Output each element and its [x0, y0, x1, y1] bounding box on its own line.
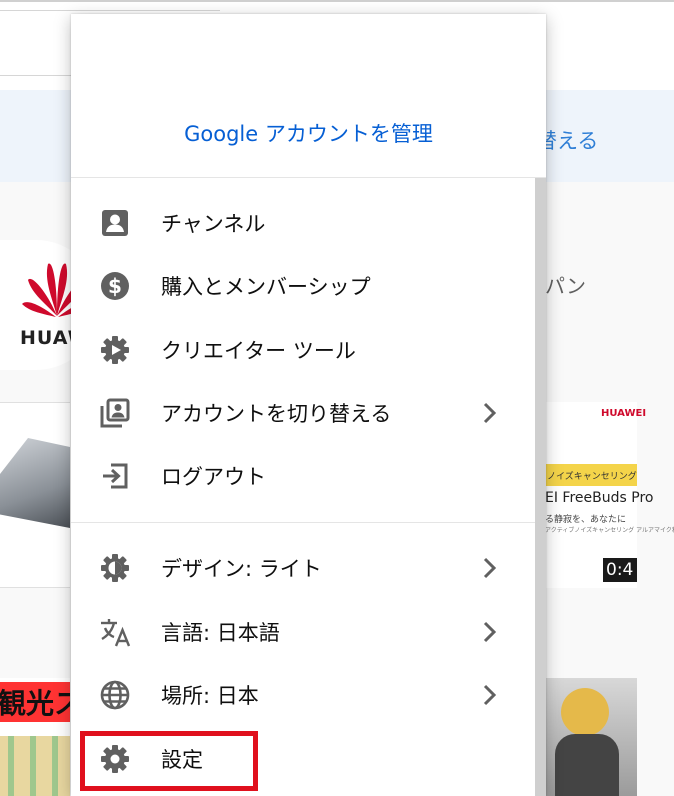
menu-item-purchases[interactable]: $ 購入とメンバーシップ: [71, 255, 535, 317]
menu-item-label: クリエイター ツール: [161, 339, 356, 363]
thumb-image-strip: [0, 736, 70, 796]
thumb-person-hair: [561, 688, 609, 736]
dollar-circle-icon: $: [99, 270, 131, 302]
menu-item-label: チャンネル: [161, 212, 266, 236]
manage-google-account-link[interactable]: Google アカウントを管理: [71, 118, 546, 148]
chevron-right-icon: [479, 555, 501, 581]
svg-text:$: $: [108, 274, 122, 298]
thumb-person-body: [555, 734, 619, 796]
menu-item-label: デザイン: ライト: [161, 557, 322, 581]
menu-item-location[interactable]: 場所: 日本: [71, 664, 535, 726]
menu-item-label: 場所: 日本: [161, 684, 259, 708]
thumb-product-name: EI FreeBuds Pro: [545, 490, 654, 506]
account-menu-header: Google アカウントを管理: [71, 14, 546, 178]
menu-item-switch-account[interactable]: アカウントを切り替える: [71, 382, 535, 444]
account-menu: Google アカウントを管理 チャンネル $ 購入とメンバーシップ クリエイタ…: [71, 14, 546, 796]
chevron-right-icon: [479, 619, 501, 645]
menu-item-creator-tools[interactable]: クリエイター ツール: [71, 319, 535, 381]
thumb-band-text: ノイズキャンセリング搭載: [545, 464, 637, 486]
account-box-icon: [99, 207, 131, 239]
menu-item-label: ログアウト: [161, 465, 266, 489]
thumb-fine-print: アクティブノイズキャンセリング アルアマイク利用搭載: [545, 527, 674, 534]
video-thumbnail-bottom-left[interactable]: 観光ス: [0, 678, 70, 796]
menu-item-language[interactable]: 言語: 日本語: [71, 601, 535, 663]
menu-item-channel[interactable]: チャンネル: [71, 192, 535, 254]
creator-studio-gear-icon: [99, 334, 131, 366]
video-duration-badge: 0:4: [603, 558, 637, 582]
translate-icon: [99, 616, 131, 648]
settings-gear-icon: [99, 743, 131, 775]
menu-item-settings[interactable]: 設定: [71, 728, 535, 790]
menu-item-sign-out[interactable]: ログアウト: [71, 445, 535, 507]
theme-icon: [99, 552, 131, 584]
thumb-brand-logo: HUAWEI: [601, 408, 647, 419]
ad-description-fragment: パン: [545, 274, 586, 298]
menu-item-label: 購入とメンバーシップ: [161, 275, 371, 299]
menu-item-theme[interactable]: デザイン: ライト: [71, 537, 535, 599]
thumb-title-text: 観光ス: [0, 682, 70, 722]
menu-scrollbar[interactable]: [535, 178, 546, 796]
menu-item-label: 設定: [161, 748, 203, 772]
menu-item-label: 言語: 日本語: [161, 621, 280, 645]
video-thumbnail-bottom-right[interactable]: [545, 678, 637, 796]
sign-out-icon: [99, 460, 131, 492]
globe-icon: [99, 679, 131, 711]
menu-divider: [71, 522, 535, 523]
menu-item-label: アカウントを切り替える: [161, 402, 392, 426]
chevron-right-icon: [479, 400, 501, 426]
chevron-right-icon: [479, 682, 501, 708]
switch-account-icon: [99, 397, 131, 429]
thumb-subtitle: る静寂を、あなたに: [545, 515, 627, 525]
